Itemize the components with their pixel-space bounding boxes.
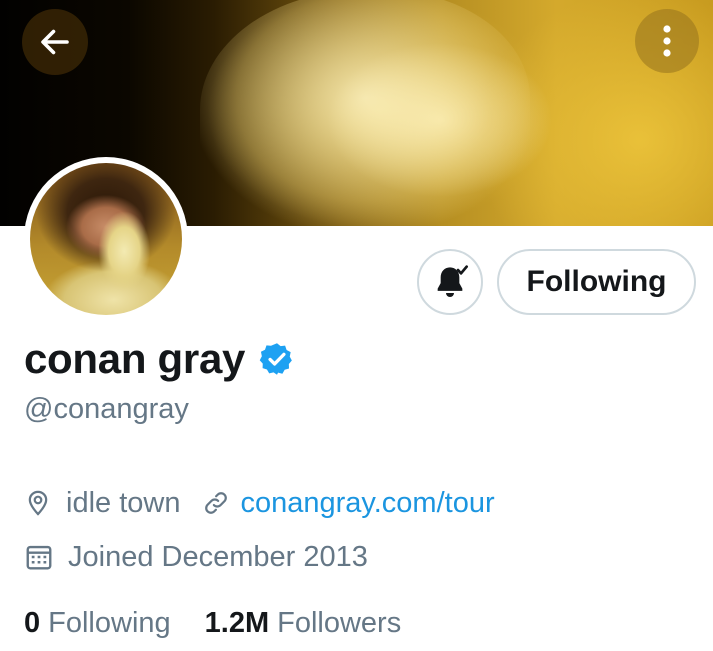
banner-image (200, 0, 530, 226)
following-label: Following (48, 606, 171, 639)
profile-name-row: conan gray (24, 334, 295, 384)
arrow-left-icon (41, 29, 69, 55)
link-icon (202, 489, 230, 517)
following-count: 0 (24, 606, 41, 639)
profile-name: conan gray (24, 335, 246, 382)
back-button[interactable] (22, 9, 88, 75)
following-button-label: Following (526, 265, 667, 298)
notifications-toggle-button[interactable] (417, 249, 483, 315)
followers-count-link[interactable]: 1.2M Followers (205, 607, 402, 640)
bell-icon (437, 265, 468, 297)
followers-label: Followers (277, 606, 402, 639)
followers-count: 1.2M (204, 606, 270, 639)
more-options-button[interactable] (635, 9, 699, 73)
more-vertical-icon (663, 25, 671, 57)
following-button[interactable]: Following (497, 249, 696, 315)
calendar-icon (24, 542, 54, 572)
location-pin-icon (24, 488, 52, 518)
avatar-image (30, 163, 182, 315)
profile-avatar[interactable] (24, 157, 188, 321)
profile-stats: 0 Following 1.2M Followers (24, 603, 401, 643)
profile-website-link[interactable]: conangray.com/tour (240, 487, 494, 520)
profile-handle: @conangray (24, 393, 189, 425)
profile-joined-date: Joined December 2013 (68, 540, 368, 573)
verified-badge-icon (259, 343, 292, 375)
following-count-link[interactable]: 0 Following (24, 607, 171, 640)
profile-meta-location-row: idle town conangray.com/tour (24, 484, 495, 522)
profile-meta-joined-row: Joined December 2013 (24, 538, 368, 576)
profile-location: idle town (66, 486, 181, 519)
